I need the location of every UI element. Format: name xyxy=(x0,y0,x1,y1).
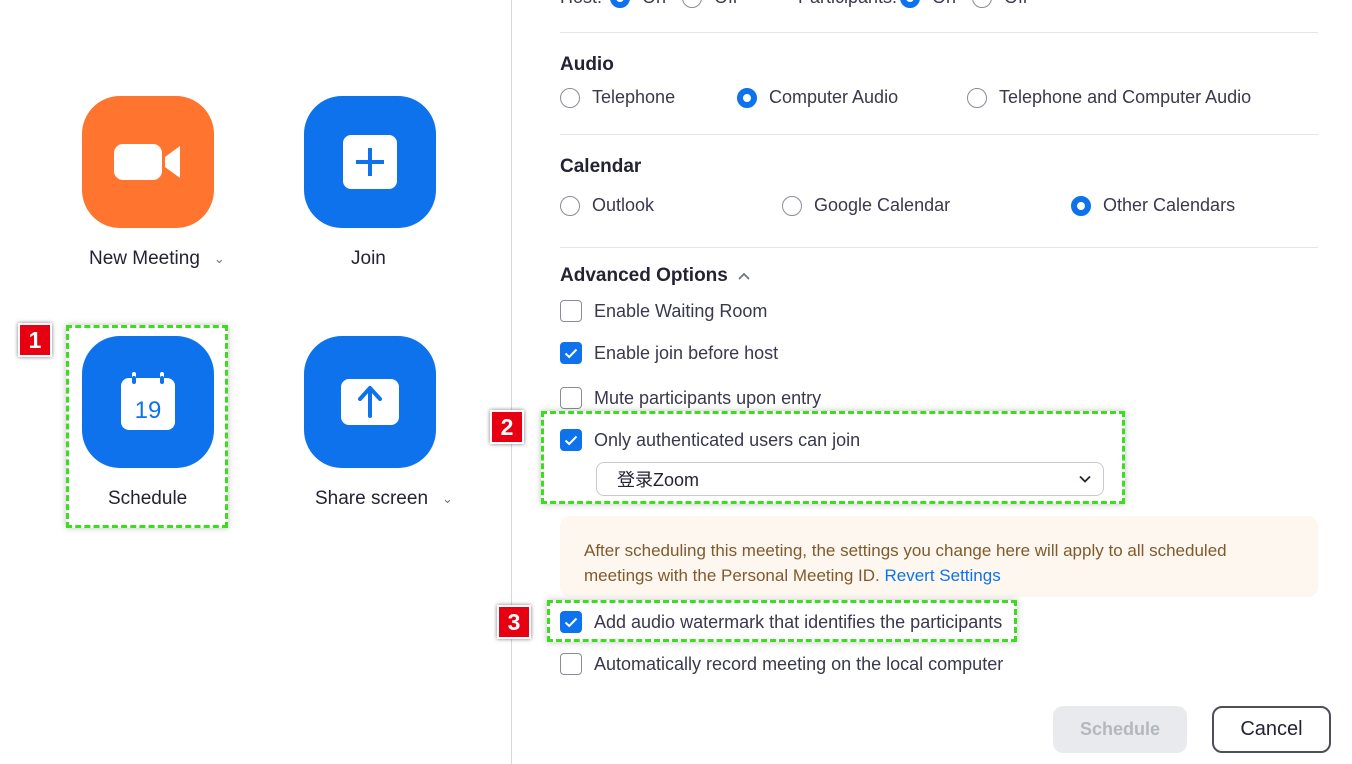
share-screen-label-row[interactable]: Share screen ⌄ xyxy=(315,488,453,510)
section-divider xyxy=(560,32,1318,33)
radio-icon[interactable] xyxy=(560,195,580,216)
join-label-row: Join xyxy=(351,248,386,270)
video-host-on[interactable]: On xyxy=(610,0,666,8)
video-participants-row: Participants: xyxy=(798,0,897,8)
radio-icon[interactable] xyxy=(560,87,580,108)
option-enable-waiting-room[interactable]: Enable Waiting Room xyxy=(560,300,767,322)
video-host-row: Host: xyxy=(560,0,602,8)
option-enable-join-before-host[interactable]: Enable join before host xyxy=(560,342,778,364)
checkmark-icon xyxy=(564,348,578,358)
share-screen-label: Share screen xyxy=(315,488,429,509)
settings-notice: After scheduling this meeting, the setti… xyxy=(560,516,1318,597)
option-label: Enable Waiting Room xyxy=(594,300,768,321)
radio-icon[interactable] xyxy=(972,0,992,8)
radio-icon[interactable] xyxy=(967,87,987,108)
video-participants-on[interactable]: On xyxy=(900,0,956,8)
section-divider xyxy=(560,247,1318,248)
radio-icon[interactable] xyxy=(1071,195,1091,216)
plus-icon xyxy=(343,135,397,189)
new-meeting-label: New Meeting xyxy=(89,248,200,269)
new-meeting-button[interactable] xyxy=(82,96,214,228)
radio-icon[interactable] xyxy=(610,0,630,8)
cancel-button[interactable]: Cancel xyxy=(1212,706,1331,753)
calendar-option-other[interactable]: Other Calendars xyxy=(1071,195,1235,216)
calendar-option-google[interactable]: Google Calendar xyxy=(782,195,950,216)
audio-option-label: Computer Audio xyxy=(769,87,899,107)
checkbox[interactable] xyxy=(560,300,582,322)
annotation-badge-2: 2 xyxy=(490,410,524,444)
annotation-badge-1: 1 xyxy=(18,323,52,357)
video-participants-label: Participants: xyxy=(798,0,897,8)
home-panel: New Meeting ⌄ Join 19 Schedule Share scr… xyxy=(0,0,511,764)
annotation-badge-3: 3 xyxy=(497,605,531,639)
schedule-panel: Host: On Off Participants: On Off Audio … xyxy=(490,0,1352,764)
schedule-button[interactable]: Schedule xyxy=(1053,706,1187,753)
calendar-option-outlook[interactable]: Outlook xyxy=(560,195,654,216)
revert-settings-link[interactable]: Revert Settings xyxy=(884,566,1000,585)
calendar-option-label: Google Calendar xyxy=(814,195,951,215)
share-screen-button[interactable] xyxy=(304,336,436,468)
option-label: Enable join before host xyxy=(594,342,779,363)
section-divider xyxy=(560,134,1318,135)
annotation-box-1 xyxy=(66,325,228,528)
video-host-on-label: On xyxy=(642,0,666,8)
advanced-options-title: Advanced Options xyxy=(560,265,728,286)
chevron-up-icon xyxy=(738,272,750,280)
option-mute-participants[interactable]: Mute participants upon entry xyxy=(560,387,821,409)
option-label: Mute participants upon entry xyxy=(594,387,822,408)
option-label: Automatically record meeting on the loca… xyxy=(594,653,1004,674)
video-participants-off[interactable]: Off xyxy=(972,0,1028,8)
audio-option-label: Telephone xyxy=(592,87,676,107)
radio-icon[interactable] xyxy=(682,0,702,8)
join-label: Join xyxy=(351,248,386,269)
chevron-down-icon[interactable]: ⌄ xyxy=(214,251,225,267)
audio-option-telephone-and-computer[interactable]: Telephone and Computer Audio xyxy=(967,87,1251,108)
checkbox[interactable] xyxy=(560,387,582,409)
annotation-box-2 xyxy=(541,411,1125,504)
video-camera-icon xyxy=(114,144,180,180)
video-host-label: Host: xyxy=(560,0,602,8)
radio-icon[interactable] xyxy=(737,87,757,108)
chevron-down-icon[interactable]: ⌄ xyxy=(442,491,453,507)
video-host-off-label: Off xyxy=(714,0,738,8)
audio-section-title: Audio xyxy=(560,54,614,75)
checkbox[interactable] xyxy=(560,653,582,675)
audio-option-telephone[interactable]: Telephone xyxy=(560,87,675,108)
calendar-option-label: Other Calendars xyxy=(1103,195,1236,215)
video-participants-off-label: Off xyxy=(1004,0,1028,8)
advanced-options-toggle[interactable]: Advanced Options xyxy=(560,265,750,287)
calendar-section-title: Calendar xyxy=(560,156,642,177)
radio-icon[interactable] xyxy=(782,195,802,216)
annotation-box-3 xyxy=(547,600,1017,642)
new-meeting-label-row[interactable]: New Meeting ⌄ xyxy=(89,248,225,270)
upload-arrow-icon xyxy=(341,379,399,425)
audio-option-label: Telephone and Computer Audio xyxy=(999,87,1252,107)
video-host-off[interactable]: Off xyxy=(682,0,738,8)
audio-option-computer-audio[interactable]: Computer Audio xyxy=(737,87,898,108)
checkbox-checked[interactable] xyxy=(560,342,582,364)
calendar-option-label: Outlook xyxy=(592,195,655,215)
video-participants-on-label: On xyxy=(932,0,956,8)
radio-icon[interactable] xyxy=(900,0,920,8)
option-auto-record-local[interactable]: Automatically record meeting on the loca… xyxy=(560,653,1003,675)
join-button[interactable] xyxy=(304,96,436,228)
